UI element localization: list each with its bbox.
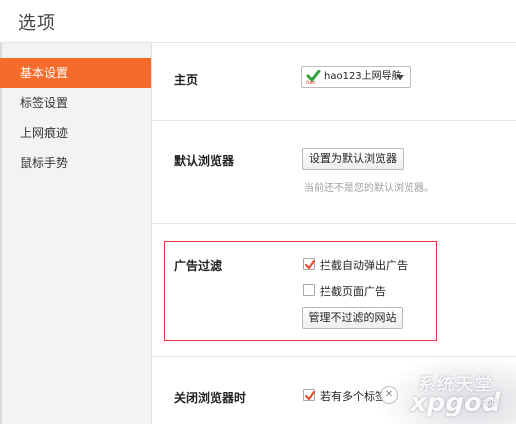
set-default-browser-button[interactable]: 设置为默认浏览器 — [302, 148, 404, 170]
watermark-logo-icon: ✕ — [380, 386, 398, 404]
homepage-label: 主页 — [174, 73, 199, 87]
popup-block-checkbox[interactable] — [303, 258, 315, 270]
page-ad-block-checkbox[interactable] — [303, 284, 315, 296]
svg-text:hao: hao — [306, 80, 315, 84]
watermark-domain: .com — [478, 398, 501, 408]
ad-filter-label: 广告过滤 — [174, 259, 223, 273]
sidebar-item-mouse-gestures[interactable]: 鼠标手势 — [0, 148, 151, 178]
homepage-select[interactable]: hao hao123上网导航 — [301, 66, 411, 88]
default-browser-label: 默认浏览器 — [174, 154, 235, 168]
divider — [152, 223, 516, 224]
sidebar-item-browsing-history[interactable]: 上网痕迹 — [0, 118, 151, 148]
close-browser-checkbox[interactable] — [303, 389, 315, 401]
default-browser-hint: 当前还不是您的默认浏览器。 — [304, 183, 434, 194]
homepage-select-value: hao123上网导航 — [324, 71, 402, 82]
hao123-logo-icon: hao — [306, 69, 321, 86]
close-browser-label: 关闭浏览器时 — [174, 391, 247, 405]
page-title: 选项 — [18, 13, 56, 34]
manage-unfiltered-sites-button[interactable]: 管理不过滤的网站 — [302, 307, 403, 329]
sidebar-item-basic-settings[interactable]: 基本设置 — [0, 58, 151, 88]
sidebar-item-tab-settings[interactable]: 标签设置 — [0, 88, 151, 118]
page-ad-block-label[interactable]: 拦截页面广告 — [320, 283, 386, 299]
chevron-down-icon — [396, 75, 404, 80]
checkmark-icon — [305, 260, 315, 270]
divider — [152, 120, 516, 121]
popup-block-label[interactable]: 拦截自动弹出广告 — [320, 257, 408, 273]
checkmark-icon — [305, 391, 315, 401]
